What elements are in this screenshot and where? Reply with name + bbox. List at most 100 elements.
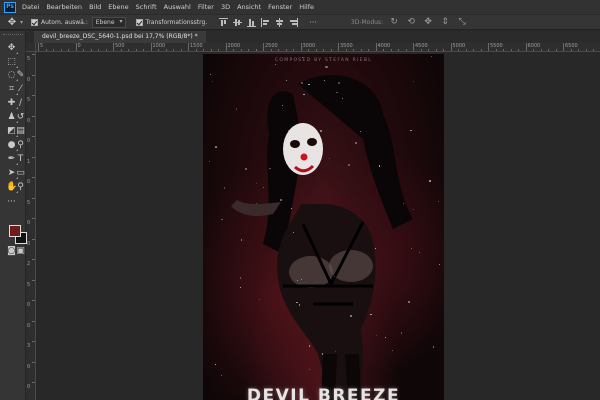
drag-3d-icon[interactable]: ✥ [423, 17, 433, 27]
ruler-minor-tick [593, 49, 594, 51]
ruler-minor-tick [90, 49, 92, 51]
ruler-minor-tick [473, 49, 474, 51]
ruler-label: 0 [27, 384, 31, 390]
ruler-vertical[interactable]: 50500105002500300 [26, 52, 36, 400]
poster-particle [428, 180, 431, 183]
ruler-label: 3 [27, 343, 31, 349]
roll-3d-icon[interactable]: ⟲ [406, 17, 416, 27]
menu-ebene[interactable]: Ebene [108, 3, 128, 11]
eyedropper-tool-icon[interactable]: ⁄ [15, 84, 26, 95]
ruler-tick [32, 361, 35, 363]
poster-particle [215, 146, 217, 148]
poster-particle [221, 218, 223, 221]
ruler-minor-tick [390, 49, 392, 51]
photoshop-logo[interactable]: Ps [4, 1, 16, 13]
menu-auswahl[interactable]: Auswahl [164, 3, 191, 11]
ruler-label: 5 [40, 43, 44, 49]
ruler-label: 1 [27, 158, 31, 165]
ruler-label: 6000 [527, 43, 541, 49]
ruler-label: 2000 [227, 43, 241, 49]
zoom-tool-icon[interactable]: ⚲ [15, 182, 26, 193]
ruler-minor-tick [585, 49, 587, 51]
dodge-tool-icon[interactable]: ⚲ [15, 140, 26, 151]
marquee-tool-icon[interactable]: ⬚ [6, 57, 18, 68]
align-left-icon[interactable] [261, 17, 270, 27]
ruler-label: 500 [115, 43, 125, 49]
ruler-minor-tick [315, 49, 317, 51]
ruler-label: 0 [27, 138, 31, 144]
document-canvas[interactable]: COMPOSED BY STEFAN RIEBL DEVIL BREEZE [203, 54, 444, 400]
menu-fenster[interactable]: Fenster [268, 3, 292, 11]
scale-3d-icon[interactable]: ⤡ [457, 17, 467, 27]
align-right-icon[interactable] [289, 17, 299, 27]
poster-artwork [231, 75, 413, 400]
chevron-down-icon[interactable]: ▾ [20, 19, 23, 26]
quick-selection-tool-icon[interactable]: ✎ [15, 70, 26, 81]
auto-select-checkbox[interactable] [31, 18, 39, 26]
menu-bearbeiten[interactable]: Bearbeiten [46, 3, 82, 11]
poster-particle [437, 201, 439, 202]
ruler-minor-tick [533, 49, 534, 51]
ruler-label: 4000 [377, 43, 391, 49]
move-tool-preset-icon[interactable]: ✥ [4, 15, 20, 29]
foreground-color-swatch[interactable] [9, 225, 21, 237]
more-options-icon[interactable]: ··· [309, 18, 317, 27]
poster-particle [262, 186, 265, 189]
screen-mode-icon[interactable]: ▣ [15, 246, 26, 257]
ruler-label: 0 [27, 76, 31, 83]
history-brush-tool-icon[interactable]: ↺ [15, 112, 26, 123]
poster-particle [325, 65, 328, 68]
transform-controls-checkbox[interactable] [135, 18, 143, 26]
ruler-corner[interactable] [26, 43, 36, 52]
type-tool-icon[interactable]: T [15, 154, 26, 165]
ruler-tick [38, 43, 39, 51]
align-hcenter-icon[interactable] [275, 17, 284, 27]
menu-filter[interactable]: Filter [198, 3, 214, 11]
ruler-minor-tick [158, 49, 159, 51]
ruler-minor-tick [195, 49, 197, 51]
ruler-horizontal[interactable]: 5 0 500 1000 1500 2000 2500 3000 3500 4000 4500 500… [36, 43, 600, 52]
panel-grip[interactable] [3, 34, 23, 37]
poster-particle [438, 263, 441, 266]
ruler-label: 5 [27, 281, 31, 288]
ruler-label: 0 [27, 179, 31, 185]
ruler-label: 5500 [490, 43, 503, 49]
ruler-label: 0 [27, 302, 31, 308]
slide-3d-icon[interactable]: ⇕ [440, 17, 450, 27]
menu-bild[interactable]: Bild [89, 3, 101, 11]
poster-credit: COMPOSED BY STEFAN RIEBL [274, 58, 373, 63]
ruler-label: 4500 [415, 43, 428, 49]
orbit-3d-icon[interactable]: ↻ [389, 17, 399, 27]
poster-particle [239, 287, 241, 288]
menu-schrift[interactable]: Schrift [136, 3, 157, 11]
ruler-minor-tick [510, 49, 512, 51]
auto-select-label: Autom. auswä.: [41, 18, 88, 26]
document-tab[interactable]: devil_breeze_DSC_5640-1.psd bei 17,7% (R… [34, 31, 206, 43]
ruler-tick [338, 43, 339, 51]
poster-particle [391, 349, 393, 351]
poster-title: DEVIL BREEZE [246, 386, 401, 400]
menu-ansicht[interactable]: Ansicht [237, 3, 261, 11]
ruler-label: 2 [27, 261, 31, 267]
move-tool-icon[interactable]: ✥ [6, 43, 18, 54]
ruler-tick [32, 238, 35, 240]
ruler-tick [32, 54, 35, 55]
menu-datei[interactable]: Datei [22, 3, 39, 11]
gradient-tool-icon[interactable]: ▤ [15, 126, 26, 137]
menu-3d[interactable]: 3D [221, 3, 230, 11]
poster-face [283, 123, 323, 175]
ruler-tick [32, 218, 35, 219]
align-bottom-icon[interactable] [247, 18, 257, 27]
poster-particle [214, 363, 216, 365]
ruler-tick [413, 43, 414, 51]
auto-select-target-dropdown[interactable]: Ebene [91, 16, 126, 28]
rectangle-tool-icon[interactable]: ▭ [15, 168, 26, 179]
ruler-minor-tick [570, 49, 572, 51]
brush-tool-icon[interactable]: ∕ [15, 98, 26, 109]
canvas-workspace[interactable]: COMPOSED BY STEFAN RIEBL DEVIL BREEZE ▸ [37, 53, 600, 400]
align-vcenter-icon[interactable] [233, 18, 243, 27]
align-top-icon[interactable] [219, 17, 229, 27]
more-tools-icon[interactable]: ··· [6, 197, 17, 208]
ruler-minor-tick [218, 49, 219, 51]
menu-hilfe[interactable]: Hilfe [299, 3, 314, 11]
